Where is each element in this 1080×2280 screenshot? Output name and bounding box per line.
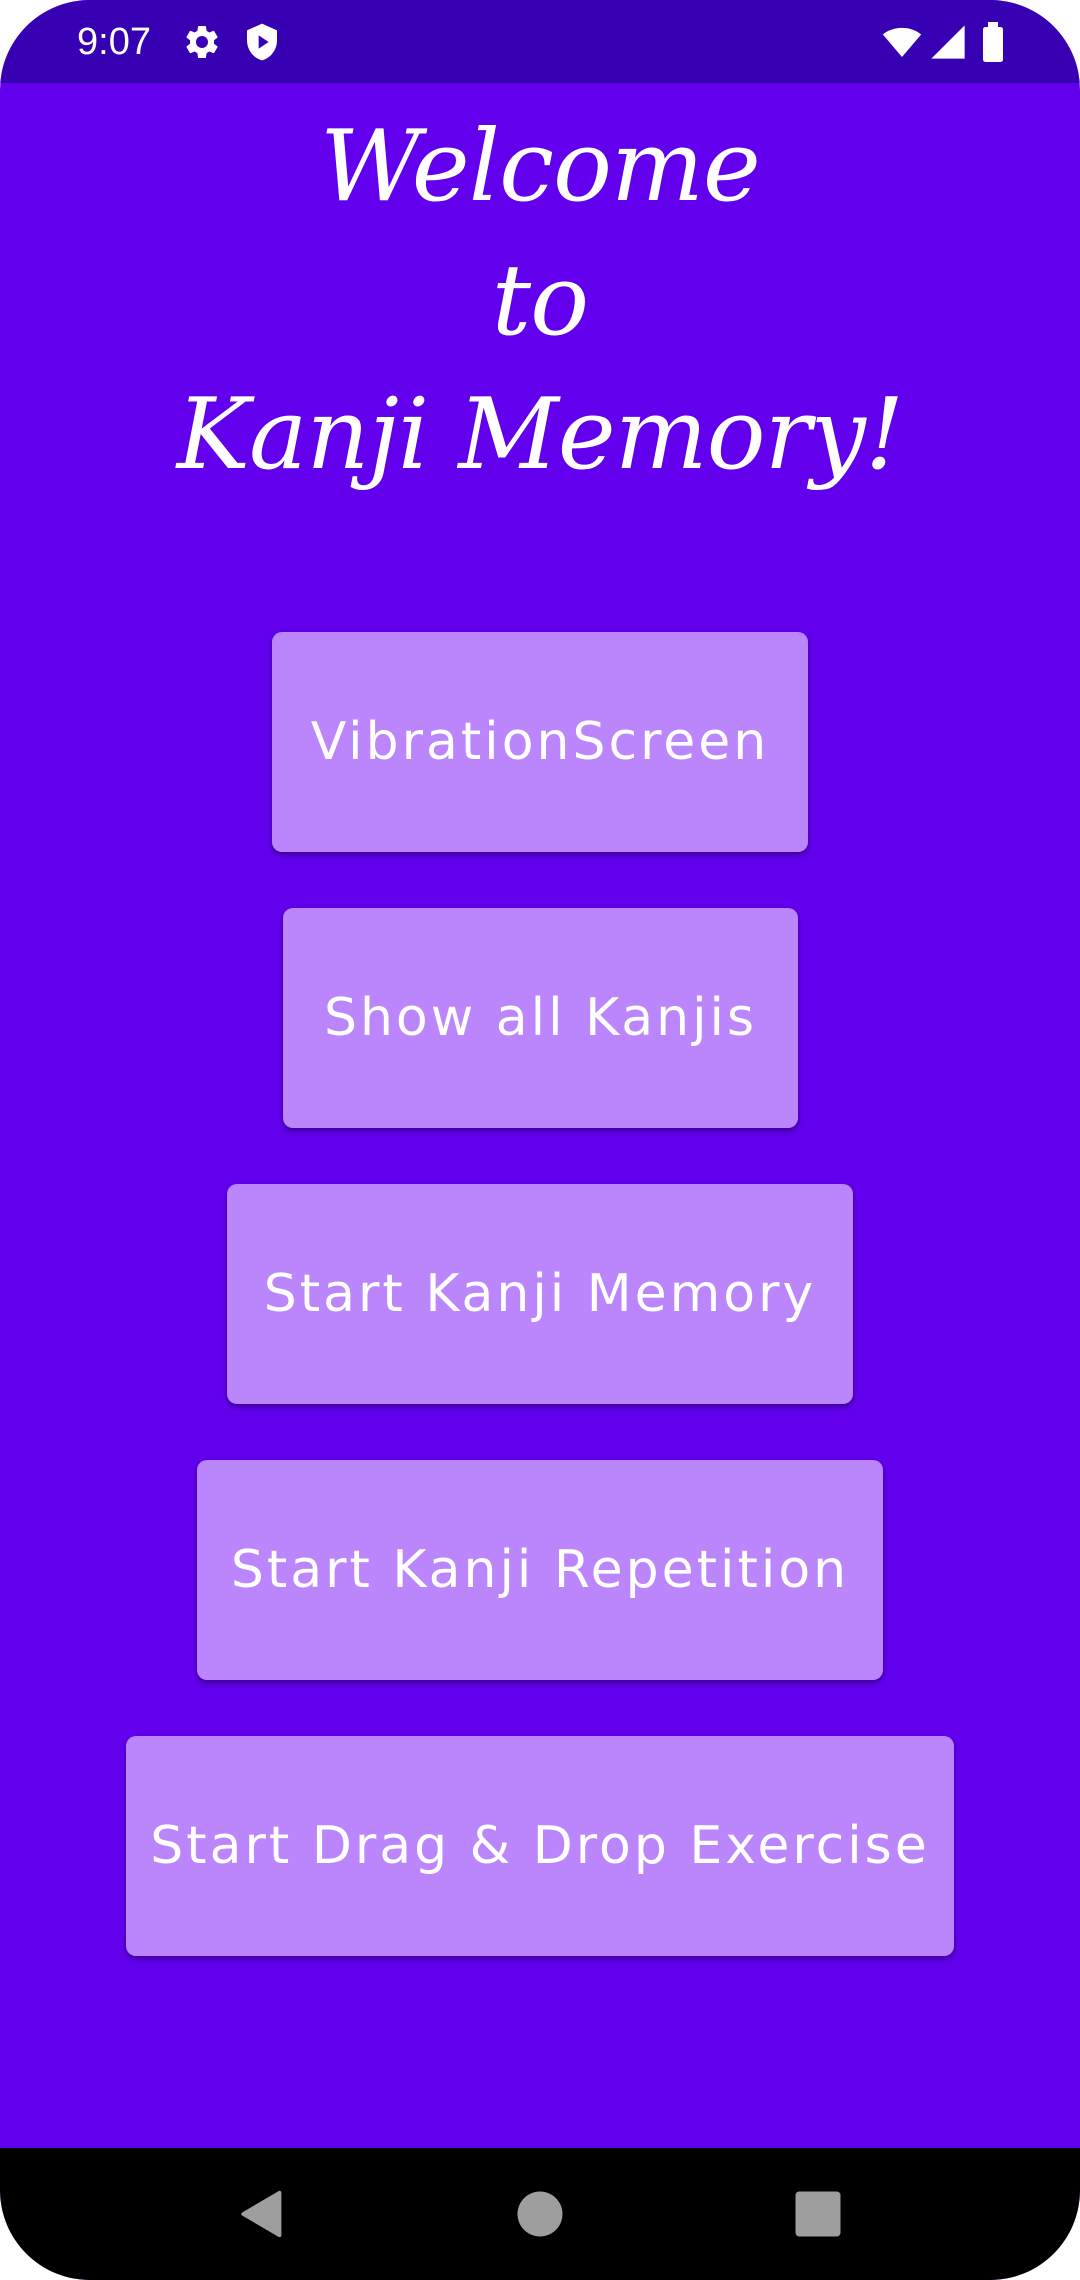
- title-line-to: to: [491, 244, 589, 358]
- shield-play-icon: [242, 22, 282, 62]
- app-screen: 9:07 Welcome to Kanji Memory! VibrationS…: [0, 0, 1080, 2280]
- status-time: 9:07: [77, 21, 151, 63]
- signal-icon: [928, 22, 968, 62]
- navigation-bar: [0, 2148, 1080, 2280]
- start-kanji-memory-button[interactable]: Start Kanji Memory: [227, 1184, 853, 1404]
- start-drag-drop-exercise-button[interactable]: Start Drag & Drop Exercise: [126, 1736, 954, 1956]
- vibration-screen-button[interactable]: VibrationScreen: [272, 632, 808, 852]
- status-bar: 9:07: [0, 0, 1080, 83]
- welcome-title: Welcome to Kanji Memory!: [0, 100, 1080, 502]
- recents-icon[interactable]: [788, 2184, 848, 2244]
- wifi-icon: [880, 22, 924, 62]
- gear-icon: [182, 22, 222, 62]
- battery-icon: [978, 22, 1008, 62]
- title-line-app-name: Kanji Memory!: [176, 378, 905, 492]
- back-icon[interactable]: [232, 2184, 292, 2244]
- title-line-welcome: Welcome: [320, 110, 761, 224]
- home-icon[interactable]: [510, 2184, 570, 2244]
- start-kanji-repetition-button[interactable]: Start Kanji Repetition: [197, 1460, 883, 1680]
- show-all-kanjis-button[interactable]: Show all Kanjis: [283, 908, 798, 1128]
